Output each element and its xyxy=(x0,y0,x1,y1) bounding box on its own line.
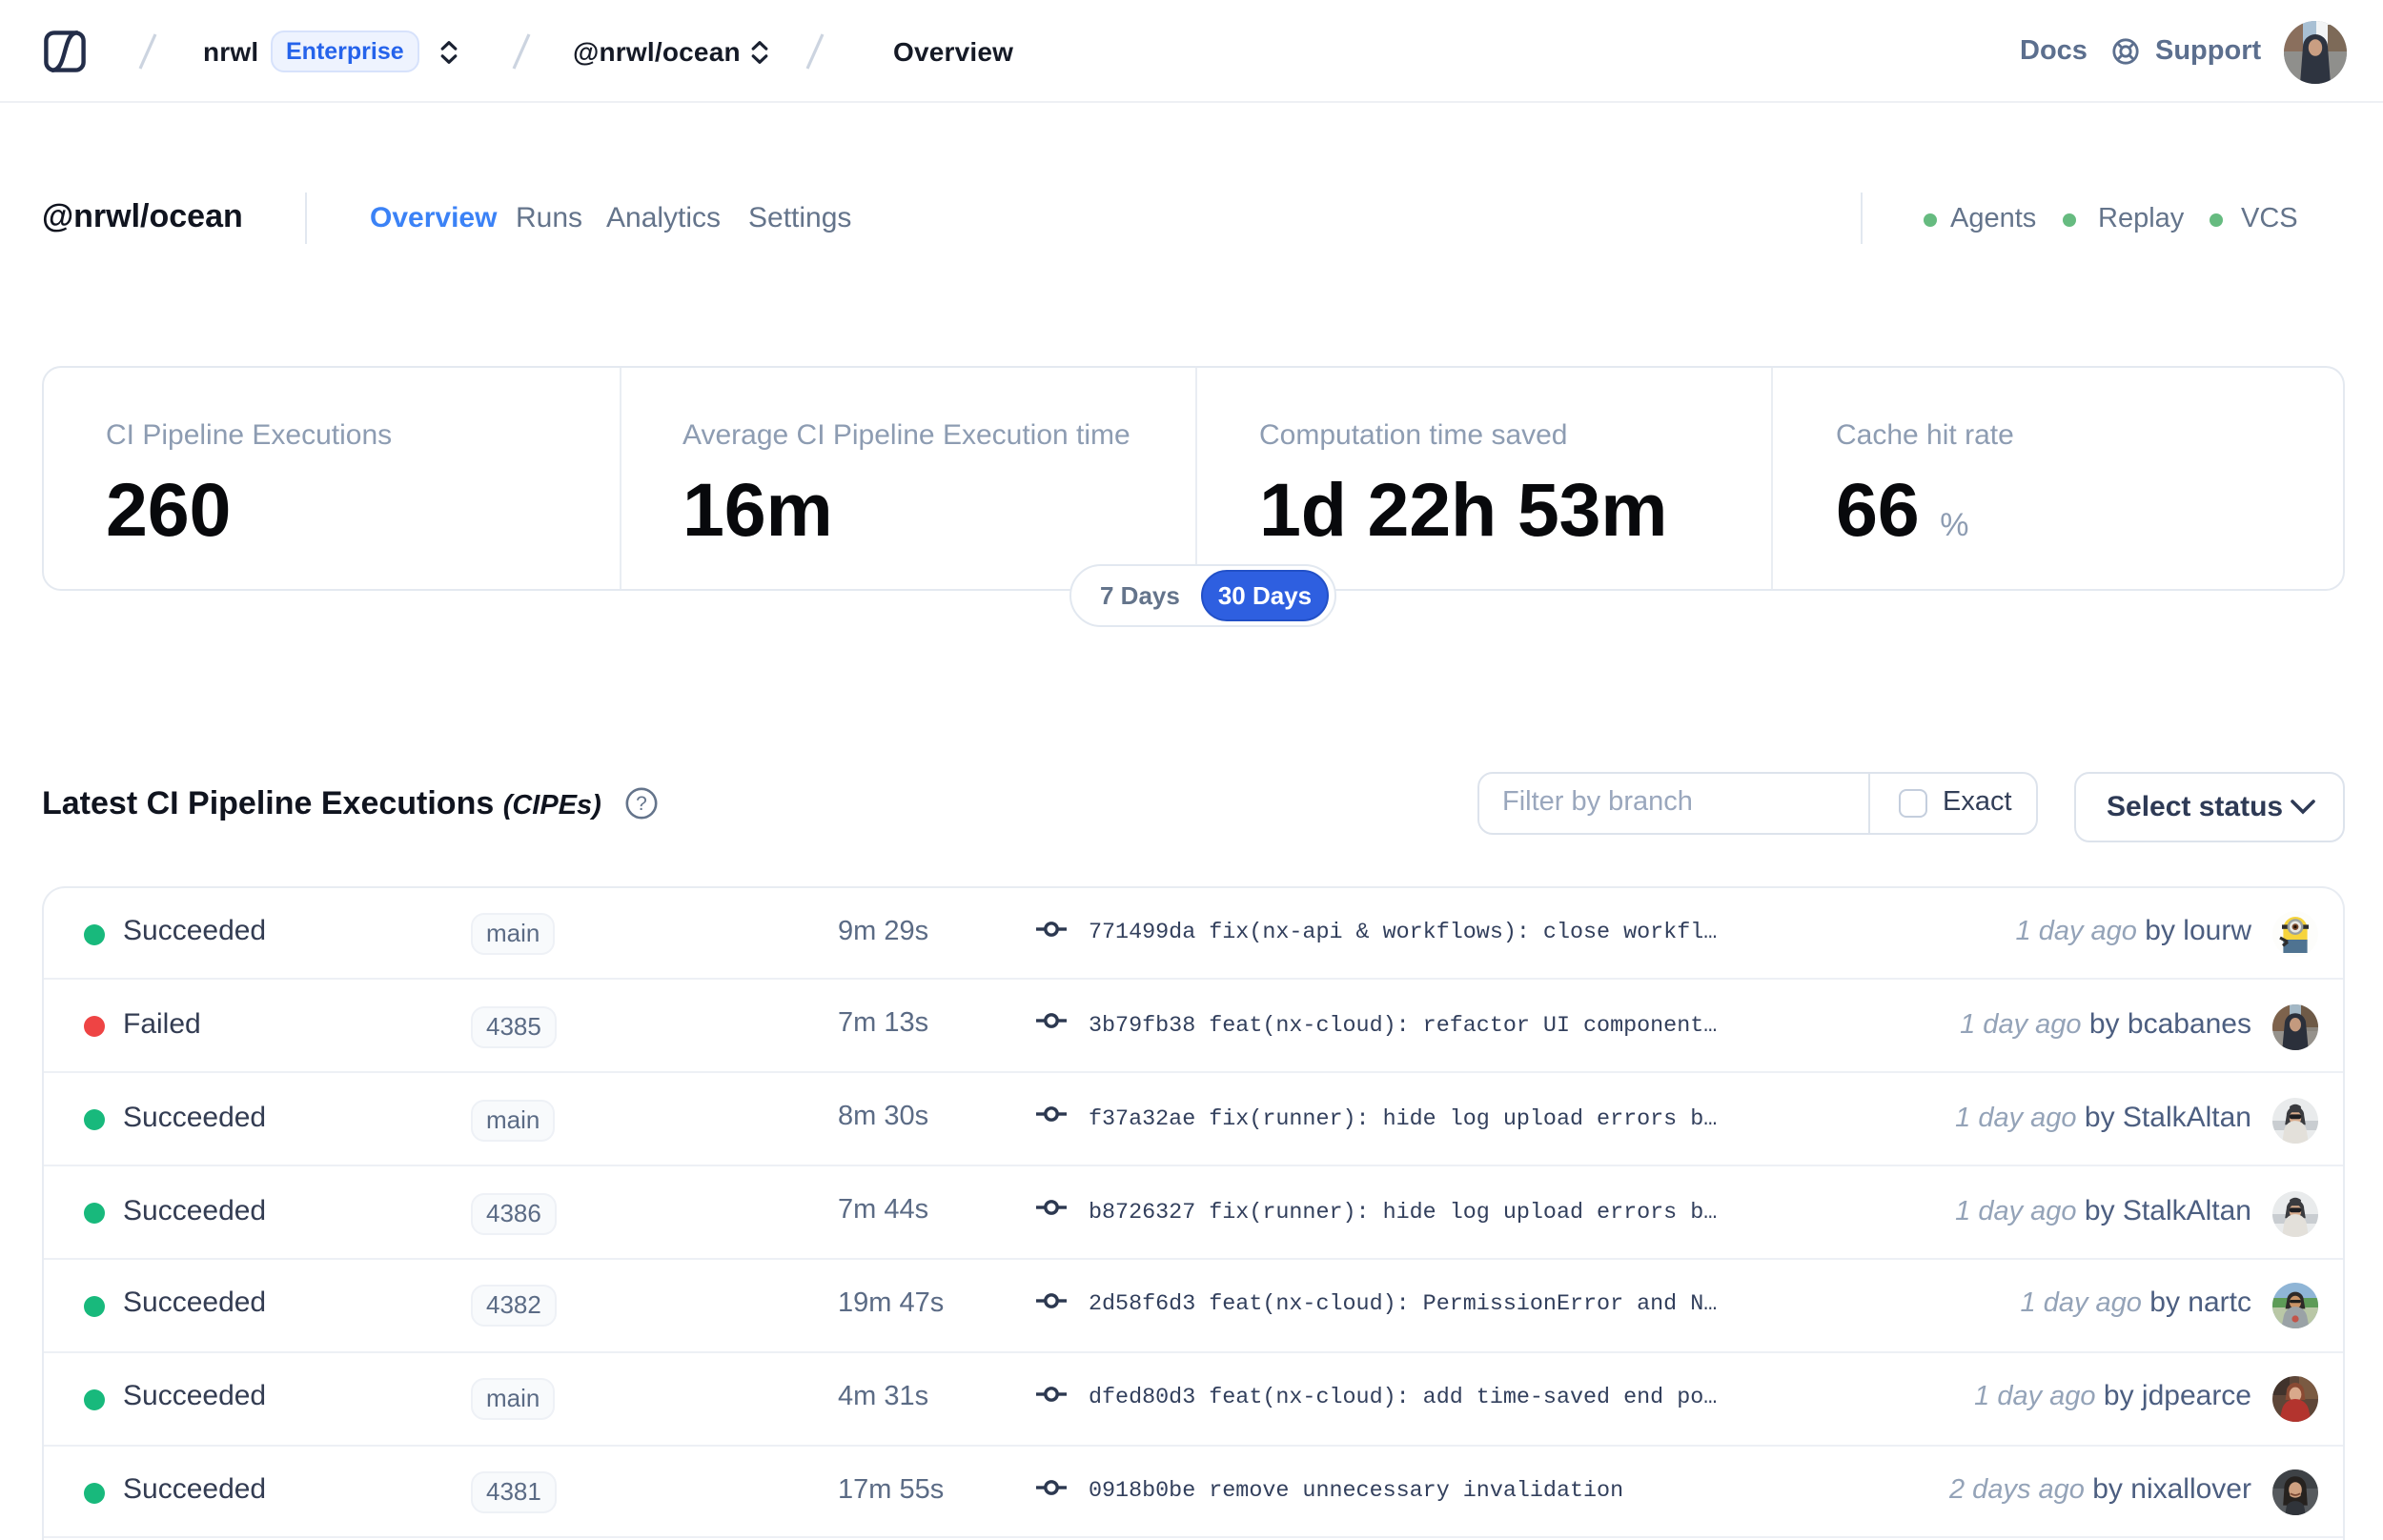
svg-text:?: ? xyxy=(636,793,647,815)
